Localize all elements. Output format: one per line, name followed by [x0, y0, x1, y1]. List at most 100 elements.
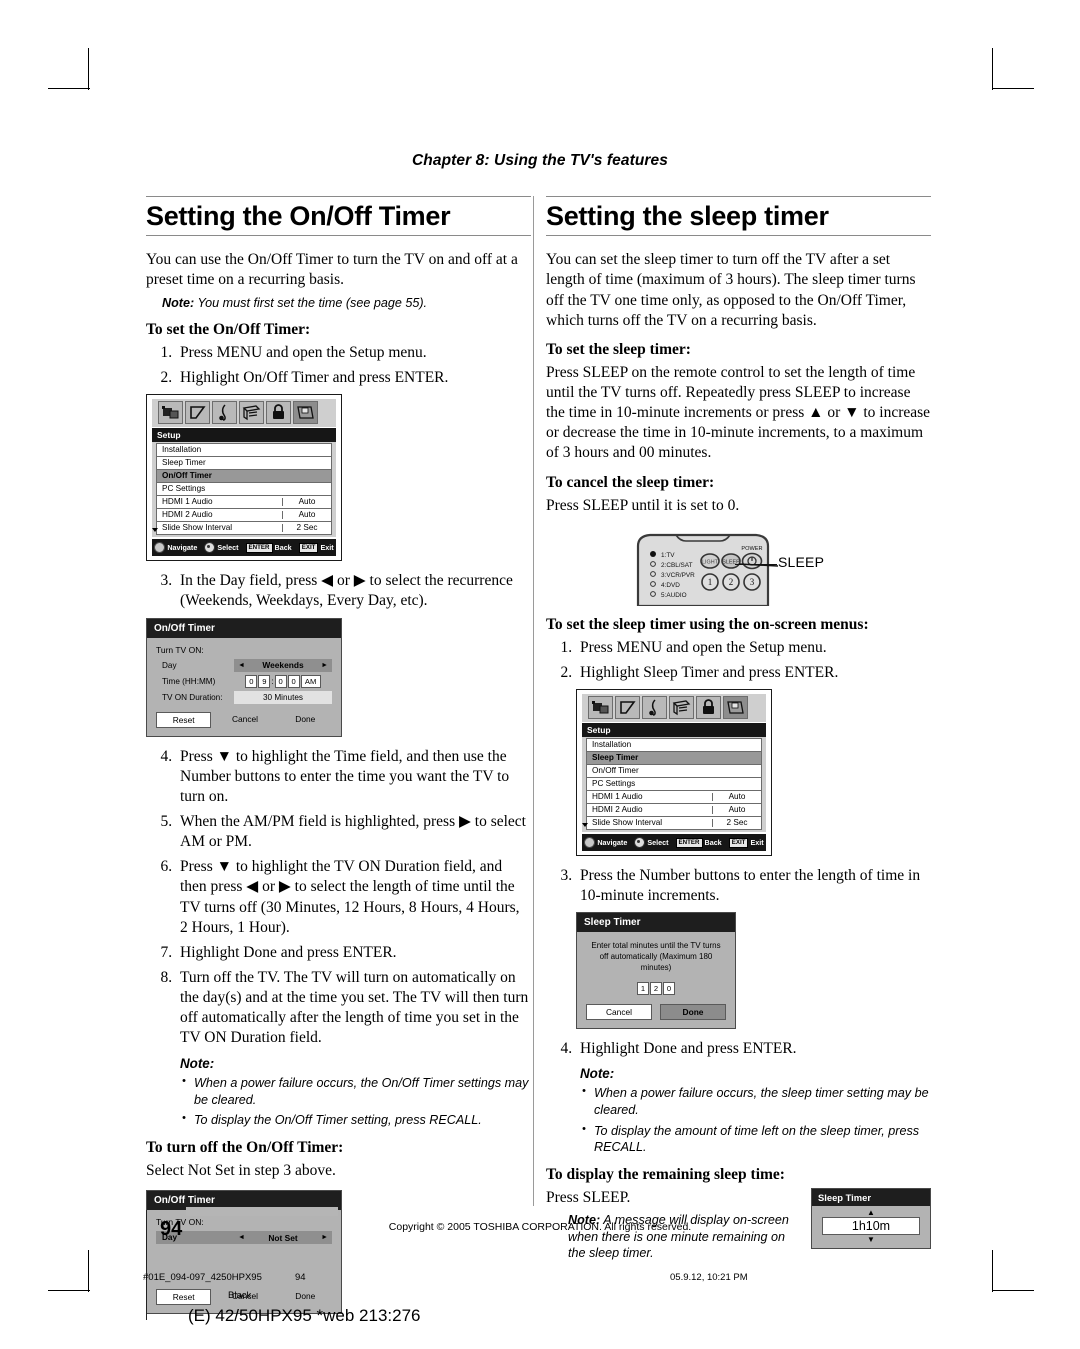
table-row[interactable]: Installation — [586, 738, 762, 753]
table-row[interactable]: HDMI 1 Audio Auto — [156, 496, 332, 510]
page-title-right: Setting the sleep timer — [546, 201, 829, 231]
dpad-icon — [584, 837, 596, 849]
duration-value[interactable]: 30 Minutes — [234, 690, 332, 704]
copyright-notice: Copyright © 2005 TOSHIBA CORPORATION. Al… — [388, 1221, 692, 1233]
table-row[interactable]: Sleep Timer — [156, 457, 332, 471]
down-arrow-icon[interactable]: ▼ — [822, 1235, 920, 1244]
key-exit: EXIT — [728, 837, 749, 848]
hint-back: ENTER Back — [245, 542, 292, 553]
osd-icon-bar — [582, 694, 766, 723]
table-row[interactable]: Slide Show Interval 2 Sec — [582, 817, 762, 831]
day-spinner[interactable]: ◄ Weekends ► — [234, 658, 332, 672]
menu-item-label: Installation — [162, 445, 202, 455]
ampm-field[interactable]: AM — [300, 674, 321, 688]
left-arrow-icon[interactable]: ◄ — [238, 1234, 245, 1241]
done-button[interactable]: Done — [279, 1289, 332, 1305]
list-item: Press MENU and open the Setup menu. — [176, 343, 531, 363]
time-digit[interactable]: 9 — [258, 674, 271, 688]
minutes-digit[interactable]: 1 — [637, 981, 649, 995]
print-grey-bar — [186, 1207, 338, 1216]
key-enter: ENTER — [675, 837, 703, 848]
video-icon — [588, 696, 613, 720]
menu-item-label: On/Off Timer — [162, 471, 212, 481]
day-value: Weekends — [262, 660, 304, 671]
right-step-3: Press the Number buttons to enter the le… — [546, 866, 931, 906]
list-item: Turn off the TV. The TV will turn on aut… — [176, 968, 531, 1129]
subhead-remaining-sleep: To display the remaining sleep time: — [546, 1166, 785, 1184]
table-row[interactable]: HDMI 1 Audio Auto — [586, 791, 762, 805]
onoff-timer-screenshot-full: On/Off Timer Turn TV ON: Day ◄ Weekends … — [146, 617, 531, 737]
done-button[interactable]: Done — [660, 1003, 726, 1020]
table-row[interactable]: On/Off Timer — [586, 765, 762, 779]
right-intro: You can set the sleep timer to turn off … — [546, 251, 916, 329]
right-arrow-icon[interactable]: ► — [321, 1234, 328, 1241]
minutes-digit[interactable]: 0 — [663, 981, 675, 995]
minutes-digit[interactable]: 2 — [650, 981, 662, 995]
up-arrow-icon[interactable]: ▲ — [822, 1208, 920, 1217]
note-label: Note: — [162, 295, 195, 310]
sleep-dialog-message: Enter total minutes until the TV turns o… — [591, 941, 721, 972]
menu-item-value: Auto — [282, 497, 331, 507]
crop-mark — [88, 48, 89, 90]
menu-item-label: On/Off Timer — [592, 765, 639, 775]
reset-button[interactable]: Reset — [156, 711, 212, 728]
table-row[interactable]: Installation — [156, 443, 332, 458]
menu-item-label: HDMI 2 Audio — [592, 804, 643, 814]
cancel-sleep-text: Press SLEEP until it is set to 0. — [546, 496, 740, 514]
cancel-button[interactable]: Cancel — [586, 1003, 652, 1020]
crop-mark — [992, 1250, 993, 1292]
day-spinner[interactable]: ◄ Not Set ► — [234, 1231, 332, 1245]
table-row[interactable]: HDMI 2 Audio Auto — [586, 804, 762, 818]
table-row[interactable]: PC Settings — [586, 778, 762, 792]
table-row[interactable]: Slide Show Interval 2 Sec — [152, 522, 332, 536]
note-remaining: Note: A message will display on-screen w… — [568, 1212, 795, 1261]
osd-footer-hints: Navigate Select ENTER Back EXIT Exit — [152, 539, 336, 557]
subhead-cancel-sleep: To cancel the sleep timer: — [546, 473, 715, 491]
day-field-row[interactable]: Day ◄ Not Set ► — [156, 1231, 332, 1245]
reset-button[interactable]: Reset — [156, 1289, 212, 1306]
left-section-heading: Setting the On/Off Timer — [146, 196, 531, 237]
table-row[interactable]: HDMI 2 Audio Auto — [156, 509, 332, 523]
left-steps-4-8: Press ▼ to highlight the Time field, and… — [146, 747, 531, 1130]
time-digit[interactable]: 0 — [245, 674, 258, 688]
right-arrow-icon[interactable]: ► — [321, 662, 328, 669]
time-digit[interactable]: 0 — [274, 674, 287, 688]
cancel-button[interactable]: Cancel — [218, 712, 271, 728]
menu-item-value: 2 Sec — [712, 818, 761, 828]
sleep-minutes-input[interactable]: 1 2 0 — [577, 981, 735, 995]
dialog-button-row: Cancel Done — [577, 1003, 735, 1028]
setup-menu-screenshot-2: Setup Installation Sleep Timer On/Off Ti… — [576, 689, 931, 857]
osd-footer-hints: Navigate Select ENTER Back EXIT Exit — [582, 834, 766, 852]
day-field-row[interactable]: Day ◄ Weekends ► — [156, 658, 332, 672]
time-digit[interactable]: 0 — [287, 674, 300, 688]
crop-mark — [992, 48, 993, 90]
list-item: Highlight On/Off Timer and press ENTER. — [176, 368, 531, 388]
hint-label: Back — [704, 838, 722, 848]
time-digits[interactable]: 0 9 : 0 0 AM — [234, 674, 332, 688]
duration-label: TV ON Duration: — [162, 692, 223, 702]
dialog-button-row: Reset Cancel Done — [156, 711, 332, 728]
setup-menu-screenshot-1: Setup Installation Sleep Timer On/Off Ti… — [146, 394, 531, 562]
hint-label: Back — [274, 543, 292, 553]
hint-navigate: Navigate — [154, 542, 197, 554]
done-button[interactable]: Done — [279, 712, 332, 728]
sleep-button-callout: SLEEP — [778, 553, 825, 570]
duration-field-row[interactable]: TV ON Duration: 30 Minutes — [156, 690, 332, 704]
left-steps-1-2: Press MENU and open the Setup menu. High… — [146, 343, 531, 388]
right-steps-1-2: Press MENU and open the Setup menu. High… — [546, 638, 931, 683]
menu-item-label: HDMI 1 Audio — [592, 791, 643, 801]
list-item: Press ▼ to highlight the TV ON Duration … — [176, 857, 531, 938]
svg-text:4:DVD: 4:DVD — [661, 582, 680, 589]
chapter-header: Chapter 8: Using the TV's features — [411, 152, 668, 169]
list-item: Highlight Done and press ENTER. Note: Wh… — [576, 1039, 931, 1157]
list-item: When the AM/PM field is highlighted, pre… — [176, 812, 531, 852]
left-column: Setting the On/Off Timer You can use the… — [146, 196, 531, 1324]
table-row-highlighted[interactable]: Sleep Timer — [586, 752, 762, 766]
time-field-row[interactable]: Time (HH:MM) 0 9 : 0 0 AM — [156, 674, 332, 688]
left-arrow-icon[interactable]: ◄ — [238, 662, 245, 669]
table-row[interactable]: PC Settings — [156, 483, 332, 497]
hint-exit: EXIT Exit — [728, 837, 764, 848]
table-row-highlighted[interactable]: On/Off Timer — [156, 470, 332, 484]
time-label: Time (HH:MM) — [162, 676, 216, 686]
list-item: When a power failure occurs, the On/Off … — [180, 1074, 531, 1108]
